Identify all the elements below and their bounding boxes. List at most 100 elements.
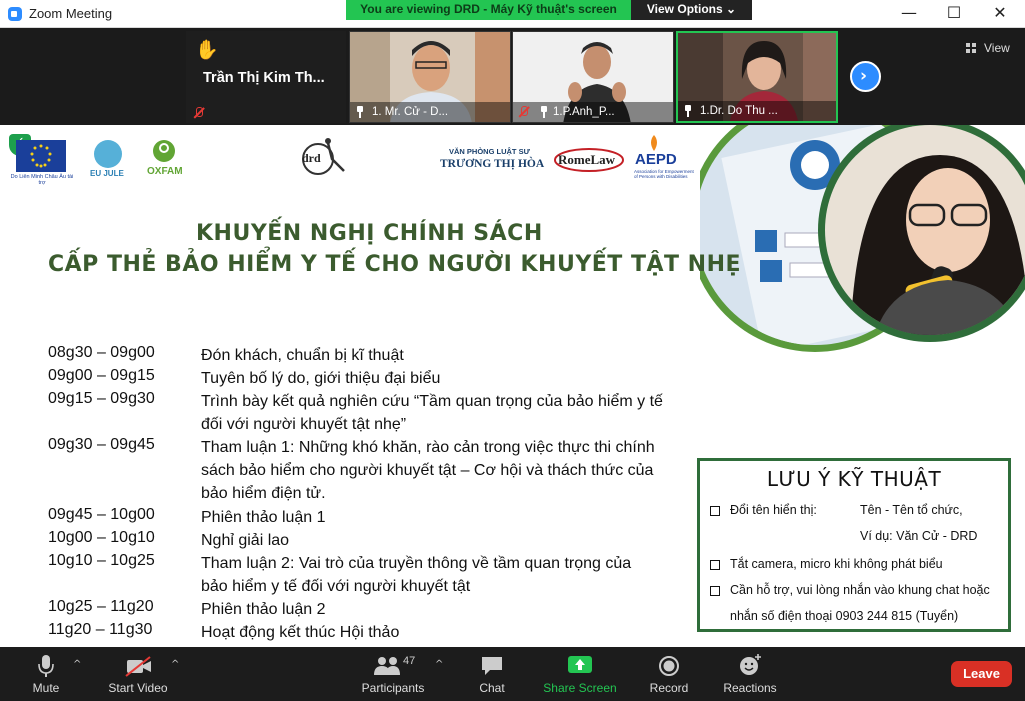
checkbox-icon	[710, 560, 720, 570]
chevron-right-icon: ›	[860, 66, 868, 86]
mute-button[interactable]: Mute	[22, 647, 70, 701]
agenda-text: Tham luận 2: Vai trò của truyền thông về…	[201, 555, 632, 595]
eu-flag-logo	[16, 140, 66, 172]
agenda-text: Đón khách, chuẩn bị kĩ thuật	[201, 347, 404, 364]
notes-help-line1: Cần hỗ trợ, vui lòng nhắn vào khung chat…	[730, 583, 990, 597]
record-label: Record	[649, 681, 689, 695]
law-office-line1: VĂN PHÒNG LUẬT SƯ	[449, 147, 530, 156]
participant-name: 1. Mr. Cử - D...	[372, 106, 449, 118]
window-title: Zoom Meeting	[29, 6, 113, 21]
reactions-label: Reactions	[723, 681, 777, 695]
checkbox-icon	[710, 586, 720, 596]
record-icon	[659, 656, 679, 676]
agenda-text: Hoạt động kết thúc Hội thảo	[201, 624, 400, 641]
participant-tile-raised-hand[interactable]: ✋ Trần Thị Kim Th...	[186, 31, 346, 123]
agenda-time: 10g25 – 11g20	[48, 598, 154, 615]
aepd-flame-icon	[646, 135, 662, 151]
law-office-line2: TRƯƠNG THỊ HÒA	[440, 158, 545, 170]
participants-button[interactable]: 47 Participants	[354, 647, 432, 701]
participants-options-caret[interactable]: ^	[435, 659, 443, 670]
video-options-caret[interactable]: ^	[171, 659, 179, 670]
window-titlebar: Zoom Meeting You are viewing DRD - Máy K…	[0, 0, 1025, 28]
chevron-down-icon: ⌄	[726, 2, 737, 16]
aepd-caption: Association for Empowerment of Persons w…	[634, 169, 694, 179]
participant-tile-1[interactable]: 1. Mr. Cử - D...	[349, 31, 511, 123]
aepd-logo-text: AEPD	[635, 151, 677, 168]
agenda-text: Nghỉ giải lao	[201, 532, 290, 549]
mic-muted-icon	[518, 106, 530, 118]
checkbox-icon	[710, 506, 720, 516]
eu-caption: Do Liên Minh Châu Âu tài trợ	[10, 174, 74, 186]
participant-name-bar: 1. Mr. Cử - D...	[350, 102, 510, 122]
share-screen-button[interactable]: Share Screen	[541, 647, 619, 701]
raised-hand-icon: ✋	[195, 39, 219, 61]
romelaw-logo-text: RomeLaw	[558, 152, 616, 167]
maximize-button[interactable]: ☐	[944, 4, 964, 22]
chat-button[interactable]: Chat	[470, 647, 514, 701]
participants-label: Participants	[361, 681, 425, 695]
participants-icon	[374, 657, 400, 675]
video-off-icon	[125, 656, 151, 677]
technical-notes-box: LƯU Ý KỸ THUẬT Đổi tên hiển thị: Tên - T…	[697, 458, 1011, 632]
eujule-logo-text: EU JULE	[90, 169, 124, 178]
viewing-screen-banner: You are viewing DRD - Máy Kỹ thuật's scr…	[346, 0, 631, 20]
grid-icon	[966, 43, 977, 54]
view-options-button[interactable]: View Options ⌄	[631, 0, 752, 20]
view-options-label: View Options	[646, 2, 723, 16]
participant-name: Trần Thị Kim Th...	[203, 70, 325, 86]
agenda-text: Phiên thảo luận 2	[201, 601, 326, 618]
pin-icon	[355, 106, 365, 118]
agenda-time: 09g00 – 09g15	[48, 367, 155, 384]
mute-options-caret[interactable]: ^	[73, 659, 81, 670]
participant-name-bar: 1.Dr. Do Thu ...	[678, 101, 836, 121]
notes-title: LƯU Ý KỸ THUẬT	[766, 467, 942, 491]
view-label: View	[984, 41, 1010, 55]
record-button[interactable]: Record	[644, 647, 694, 701]
microphone-icon	[38, 655, 54, 677]
agenda-time: 08g30 – 09g00	[48, 344, 155, 361]
agenda-text: Trình bày kết quả nghiên cứu “Tầm quan t…	[201, 393, 663, 433]
agenda-time: 09g15 – 09g30	[48, 390, 155, 407]
oxfam-logo-text: OXFAM	[147, 166, 183, 177]
agenda-text: Tham luận 1: Những khó khăn, rào cản tro…	[201, 439, 655, 502]
drd-logo-text: drd	[302, 151, 321, 165]
share-screen-label: Share Screen	[543, 681, 617, 695]
agenda-time: 10g00 – 10g10	[48, 529, 155, 546]
pin-icon	[683, 105, 693, 117]
participant-tile-3-active[interactable]: 1.Dr. Do Thu ...	[676, 31, 838, 123]
notes-help-line2: nhắn số điện thoại 0903 244 815 (Tuyển)	[730, 609, 959, 623]
agenda-time: 11g20 – 11g30	[48, 621, 153, 638]
eujule-logo-icon	[94, 140, 122, 168]
agenda-time: 09g45 – 10g00	[48, 506, 155, 523]
meeting-toolbar: Mute ^ Start Video ^ 47 Participants ^ C…	[0, 647, 1025, 701]
view-button[interactable]: View	[962, 40, 1014, 60]
participant-tile-2[interactable]: 1.P.Anh_P...	[512, 31, 674, 123]
romelaw-logo: RomeLaw	[554, 147, 624, 173]
share-screen-icon	[568, 656, 592, 673]
start-video-label: Start Video	[108, 681, 168, 695]
reactions-button[interactable]: Reactions	[720, 647, 780, 701]
pin-icon	[539, 106, 549, 118]
zoom-app-icon	[8, 7, 22, 21]
agenda-time: 10g10 – 10g25	[48, 552, 155, 569]
minimize-button[interactable]: —	[899, 4, 919, 22]
agenda-time: 09g30 – 09g45	[48, 436, 155, 453]
participant-count: 47	[403, 655, 416, 667]
participant-name-bar: 1.P.Anh_P...	[513, 102, 673, 122]
agenda-text: Phiên thảo luận 1	[201, 509, 326, 526]
leave-button[interactable]: Leave	[951, 661, 1012, 687]
close-button[interactable]: ✕	[990, 4, 1010, 22]
notes-rename-example: Ví dụ: Văn Cử - DRD	[860, 529, 978, 543]
chat-icon	[482, 657, 502, 675]
shared-screen-slide: Do Liên Minh Châu Âu tài trợ EU JULE OXF…	[0, 125, 1025, 647]
insurance-photo-collage	[688, 125, 1025, 365]
next-page-button[interactable]: ›	[850, 61, 881, 92]
smiley-plus-icon	[740, 654, 761, 675]
oxfam-logo-icon	[153, 140, 175, 162]
start-video-button[interactable]: Start Video	[104, 647, 172, 701]
notes-camera: Tắt camera, micro khi không phát biểu	[730, 557, 943, 571]
drd-logo: drd	[298, 137, 348, 177]
notes-rename-format: Tên - Tên tổ chức,	[860, 503, 963, 517]
mute-label: Mute	[32, 681, 60, 695]
notes-rename-label: Đổi tên hiển thị:	[730, 503, 817, 517]
